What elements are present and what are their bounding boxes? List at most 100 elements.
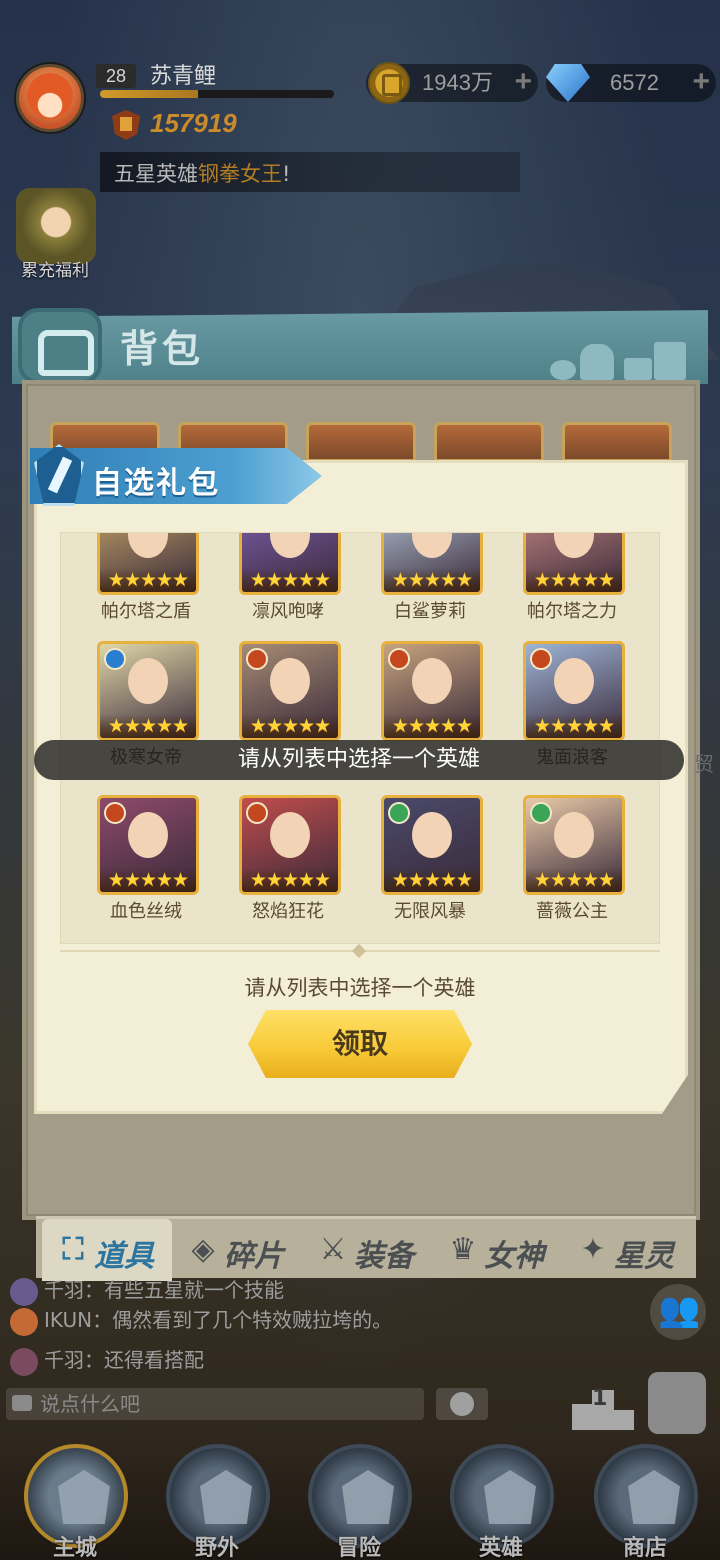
add-gold-button[interactable]: + bbox=[514, 64, 532, 100]
backpack-tabs: ⛶ 道具 ◈ 碎片 ⚔ 装备 ♛ 女神 ✦ 星灵 bbox=[36, 1216, 696, 1281]
gem-value: 6572 bbox=[610, 70, 659, 95]
chat-input[interactable]: 说点什么吧 bbox=[6, 1388, 424, 1420]
gold-resource: 1943万 + bbox=[366, 62, 538, 104]
marquee-suffix: ! bbox=[282, 162, 291, 186]
hero-name: 帕尔塔之力 bbox=[527, 601, 617, 622]
treasure-chest-button[interactable] bbox=[648, 1372, 706, 1434]
props-icon: ⛶ bbox=[62, 1232, 84, 1267]
item-slot[interactable] bbox=[434, 422, 544, 462]
item-slot[interactable] bbox=[306, 422, 416, 462]
star-spirit-icon: ✦ bbox=[580, 1232, 606, 1267]
hero-stars: ★★★★★ bbox=[100, 568, 196, 592]
hero-stars: ★★★★★ bbox=[384, 568, 480, 592]
hero-portrait[interactable]: ★★★★★ bbox=[97, 533, 199, 595]
hero-face bbox=[526, 533, 622, 568]
fire-element-icon bbox=[246, 648, 268, 670]
chat-text: IKUN：偶然看到了几个特效贼拉垮的。 bbox=[44, 1308, 393, 1332]
nav-label: 野外 bbox=[194, 1536, 239, 1560]
add-gem-button[interactable]: + bbox=[692, 64, 710, 100]
hero-option[interactable]: ★★★★★ 怒焰狂花 bbox=[203, 795, 353, 922]
backpack-decoration bbox=[550, 330, 690, 380]
chat-text: 千羽：还得看搭配 bbox=[44, 1348, 204, 1372]
hero-name: 蔷薇公主 bbox=[536, 901, 608, 922]
hero-option[interactable]: ★★★★★ 血色丝绒 bbox=[61, 795, 211, 922]
nav-label: 冒险 bbox=[336, 1536, 381, 1560]
hero-stars: ★★★★★ bbox=[384, 714, 480, 738]
nav-shop[interactable]: 商店 bbox=[590, 1444, 700, 1560]
recharge-rewards-button[interactable]: 累充福利 bbox=[12, 188, 98, 284]
hero-portrait[interactable]: ★★★★★ bbox=[381, 641, 483, 741]
claim-button[interactable]: 领取 bbox=[248, 1010, 472, 1078]
hero-face bbox=[384, 533, 480, 568]
toast-tail-text: 贸 bbox=[694, 752, 714, 776]
recharge-portrait bbox=[16, 188, 96, 264]
hero-option[interactable]: ★★★★★ 帕尔塔之力 bbox=[487, 533, 637, 622]
power-value: 157919 bbox=[150, 108, 237, 138]
nav-adventure[interactable]: 冒险 bbox=[304, 1444, 414, 1560]
backpack-title: 背包 bbox=[120, 327, 205, 371]
ranking-number: 1 bbox=[592, 1386, 608, 1411]
toast-message: 请从列表中选择一个英雄 bbox=[34, 740, 684, 780]
nav-wild[interactable]: 野外 bbox=[162, 1444, 272, 1560]
chat-avatar bbox=[10, 1347, 38, 1376]
ranking-button[interactable]: 1 bbox=[572, 1374, 634, 1430]
fire-element-icon bbox=[388, 648, 410, 670]
chat-avatar bbox=[10, 1307, 38, 1336]
player-avatar[interactable] bbox=[16, 64, 84, 132]
hero-portrait[interactable]: ★★★★★ bbox=[239, 795, 341, 895]
wind-element-icon bbox=[530, 802, 552, 824]
nav-label: 商店 bbox=[622, 1536, 667, 1560]
tab-label: 女神 bbox=[484, 1239, 544, 1274]
emoji-button[interactable] bbox=[436, 1388, 488, 1420]
fire-element-icon bbox=[104, 802, 126, 824]
hero-portrait[interactable]: ★★★★★ bbox=[97, 795, 199, 895]
recharge-label: 累充福利 bbox=[21, 261, 89, 281]
player-name: 苏青鲤 bbox=[150, 64, 217, 89]
gem-icon bbox=[546, 64, 590, 102]
backpack-icon bbox=[18, 308, 102, 384]
claim-label: 领取 bbox=[331, 1027, 388, 1060]
hero-option[interactable]: ★★★★★ 帕尔塔之盾 bbox=[61, 533, 211, 622]
hero-face bbox=[100, 533, 196, 568]
hero-option[interactable]: ★★★★★ 白鲨萝莉 bbox=[345, 533, 495, 622]
friends-button[interactable] bbox=[650, 1284, 706, 1340]
nav-main-city[interactable]: 主城 bbox=[20, 1444, 130, 1560]
exp-bar-fill bbox=[100, 90, 199, 98]
hero-stars: ★★★★★ bbox=[526, 714, 622, 738]
hero-option[interactable]: ★★★★★ 蔷薇公主 bbox=[487, 795, 637, 922]
hero-portrait[interactable]: ★★★★★ bbox=[523, 533, 625, 595]
player-level: 28 bbox=[96, 64, 136, 88]
hero-portrait[interactable]: ★★★★★ bbox=[523, 795, 625, 895]
hero-stars: ★★★★★ bbox=[384, 868, 480, 892]
hero-option[interactable]: ★★★★★ 凛风咆哮 bbox=[203, 533, 353, 622]
hero-portrait[interactable]: ★★★★★ bbox=[381, 795, 483, 895]
top-hud: 28 苏青鲤 157919 1943万 + 6572 + 五星英雄钢拳女王! bbox=[0, 0, 720, 200]
nav-heroes[interactable]: 英雄 bbox=[446, 1444, 556, 1560]
hero-stars: ★★★★★ bbox=[242, 714, 338, 738]
hero-stars: ★★★★★ bbox=[526, 868, 622, 892]
hero-stars: ★★★★★ bbox=[242, 568, 338, 592]
marquee-highlight: 钢拳女王 bbox=[198, 162, 282, 186]
gold-value: 1943万 bbox=[422, 70, 493, 95]
hero-stars: ★★★★★ bbox=[526, 568, 622, 592]
hero-stars: ★★★★★ bbox=[242, 868, 338, 892]
hero-portrait[interactable]: ★★★★★ bbox=[239, 641, 341, 741]
hero-grid: ★★★★★ 帕尔塔之盾 ★★★★★ 凛风咆哮 ★★★★★ 白鲨萝莉 ★★★★★ 帕尔塔之力 ★★… bbox=[60, 532, 660, 944]
hero-stars: ★★★★★ bbox=[100, 868, 196, 892]
hero-portrait[interactable]: ★★★★★ bbox=[239, 533, 341, 595]
ice-element-icon bbox=[104, 648, 126, 670]
chat-message: 千羽：还得看搭配 bbox=[10, 1342, 570, 1378]
tab-label: 星灵 bbox=[614, 1239, 674, 1274]
hero-portrait[interactable]: ★★★★★ bbox=[523, 641, 625, 741]
goddess-icon: ♛ bbox=[449, 1232, 477, 1267]
dialog-title: 自选礼包 bbox=[92, 466, 220, 501]
chat-message: IKUN：偶然看到了几个特效贼拉垮的。 bbox=[10, 1302, 570, 1338]
hero-option[interactable]: ★★★★★ 无限风暴 bbox=[345, 795, 495, 922]
marquee-prefix: 五星英雄 bbox=[114, 162, 198, 186]
hero-portrait[interactable]: ★★★★★ bbox=[381, 533, 483, 595]
tab-label: 道具 bbox=[94, 1239, 154, 1274]
tab-star-spirit[interactable]: ✦ 星灵 bbox=[562, 1219, 692, 1281]
hero-stars: ★★★★★ bbox=[100, 714, 196, 738]
item-slot[interactable] bbox=[562, 422, 672, 462]
hero-portrait[interactable]: ★★★★★ bbox=[97, 641, 199, 741]
